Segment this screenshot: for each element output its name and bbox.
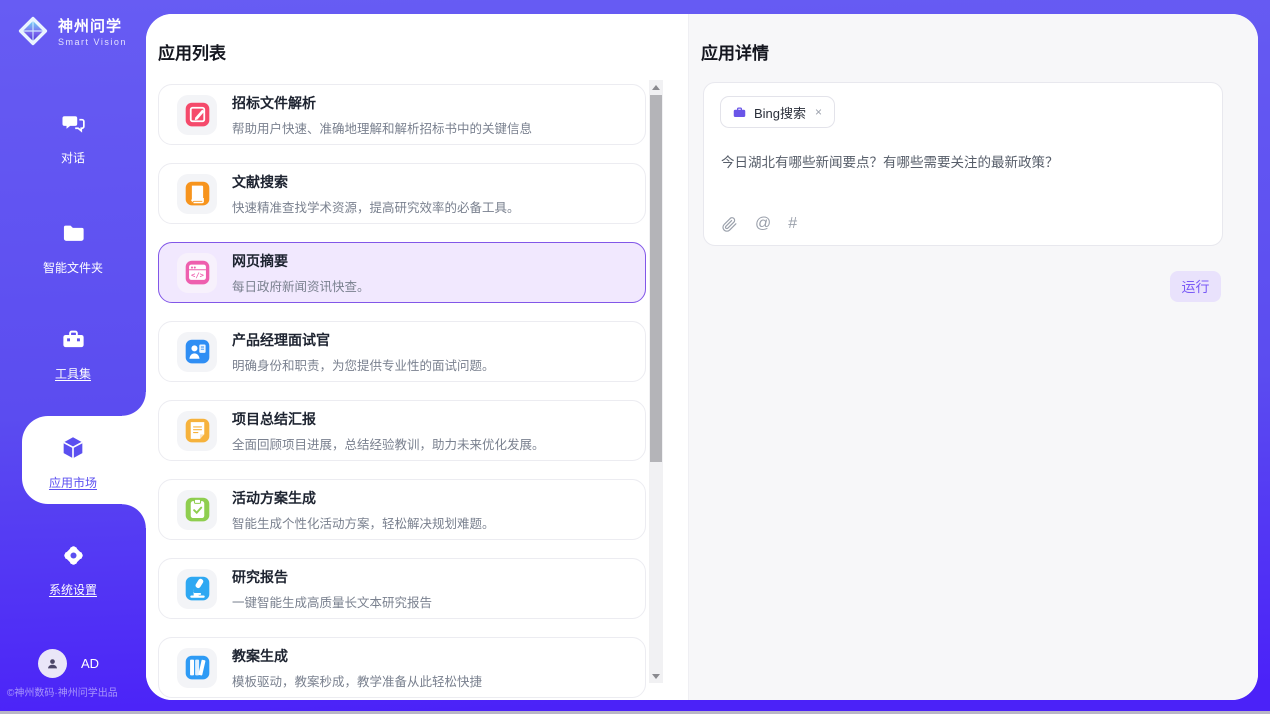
app-description: 每日政府新闻资讯快查。 [232, 276, 370, 295]
gear-icon [60, 542, 87, 574]
microscope-icon [177, 569, 217, 609]
app-description: 一键智能生成高质量长文本研究报告 [232, 592, 432, 611]
app-card-text: 研究报告一键智能生成高质量长文本研究报告 [232, 567, 432, 611]
main-window: 应用列表 招标文件解析帮助用户快速、准确地理解和解析招标书中的关键信息文献搜索快… [146, 14, 1258, 700]
sidebar-item-label: 应用市场 [49, 474, 97, 491]
app-description: 智能生成个性化活动方案，轻松解决规划难题。 [232, 513, 495, 532]
app-card[interactable]: 研究报告一键智能生成高质量长文本研究报告 [158, 558, 646, 619]
scrollbar-up-button[interactable] [649, 80, 663, 94]
app-name: 活动方案生成 [232, 488, 495, 508]
attachment-icon[interactable] [721, 216, 738, 233]
app-card[interactable]: 教案生成模板驱动，教案秒成，教学准备从此轻松快捷 [158, 637, 646, 698]
app-name: 教案生成 [232, 646, 482, 666]
svg-text:</>: </> [191, 270, 205, 279]
toolbox-icon [60, 326, 87, 358]
app-card-text: 网页摘要每日政府新闻资讯快查。 [232, 251, 370, 295]
webpage-icon: </> [177, 253, 217, 293]
sidebar-item-app-market[interactable]: 应用市场 [0, 434, 146, 491]
query-input[interactable]: 今日湖北有哪些新闻要点？有哪些需要关注的最新政策？ [721, 153, 1201, 173]
tag-close-icon[interactable]: × [813, 104, 824, 120]
sidebar-item-toolset[interactable]: 工具集 [0, 326, 146, 382]
app-card-text: 活动方案生成智能生成个性化活动方案，轻松解决规划难题。 [232, 488, 495, 532]
folder-icon [60, 220, 87, 252]
app-name: 招标文件解析 [232, 93, 532, 113]
app-description: 帮助用户快速、准确地理解和解析招标书中的关键信息 [232, 118, 532, 137]
mention-icon[interactable]: @ [755, 215, 771, 233]
app-name: 项目总结汇报 [232, 409, 545, 429]
app-name: 文献搜索 [232, 172, 520, 192]
input-toolbar: @ # [721, 215, 797, 233]
app-card[interactable]: </> 网页摘要每日政府新闻资讯快查。 [158, 242, 646, 303]
tool-tag-label: Bing搜索 [754, 103, 806, 122]
scrollbar-thumb[interactable] [650, 95, 662, 462]
app-card-text: 产品经理面试官明确身份和职责，为您提供专业性的面试问题。 [232, 330, 495, 374]
brand-name: 神州问学 [58, 15, 127, 36]
app-card-text: 项目总结汇报全面回顾项目进展，总结经验教训，助力未来优化发展。 [232, 409, 545, 453]
app-card[interactable]: 招标文件解析帮助用户快速、准确地理解和解析招标书中的关键信息 [158, 84, 646, 145]
tool-tag-bing-search[interactable]: Bing搜索 × [720, 96, 835, 128]
app-card[interactable]: 项目总结汇报全面回顾项目进展，总结经验教训，助力未来优化发展。 [158, 400, 646, 461]
list-scrollbar[interactable] [649, 80, 663, 683]
app-name: 网页摘要 [232, 251, 370, 271]
app-card[interactable]: 产品经理面试官明确身份和职责，为您提供专业性的面试问题。 [158, 321, 646, 382]
app-description: 明确身份和职责，为您提供专业性的面试问题。 [232, 355, 495, 374]
app-name: 产品经理面试官 [232, 330, 495, 350]
note-icon [177, 411, 217, 451]
avatar [38, 649, 67, 678]
app-list: 招标文件解析帮助用户快速、准确地理解和解析招标书中的关键信息文献搜索快速精准查找… [158, 84, 646, 700]
diamond-logo-icon [16, 14, 50, 48]
cube-icon [59, 434, 87, 467]
app-list-title: 应用列表 [158, 39, 226, 64]
app-detail-panel: 应用详情 Bing搜索 × 今日湖北有哪些新闻要点？有哪些需要关注的最新政策？ … [688, 14, 1258, 700]
brand-subtitle: Smart Vision [58, 37, 127, 47]
app-description: 快速精准查找学术资源，提高研究效率的必备工具。 [232, 197, 520, 216]
interview-icon [177, 332, 217, 372]
briefcase-icon [732, 105, 747, 120]
app-description: 全面回顾项目进展，总结经验教训，助力未来优化发展。 [232, 434, 545, 453]
books-icon [177, 648, 217, 688]
sidebar-item-label: 智能文件夹 [43, 259, 103, 276]
edit-doc-icon [177, 95, 217, 135]
sidebar-item-chat[interactable]: 对话 [0, 110, 146, 166]
app-detail-title: 应用详情 [701, 39, 769, 64]
scrollbar-down-button[interactable] [649, 669, 663, 683]
run-button[interactable]: 运行 [1170, 271, 1221, 302]
sidebar-item-smart-folder[interactable]: 智能文件夹 [0, 220, 146, 276]
app-card-text: 文献搜索快速精准查找学术资源，提高研究效率的必备工具。 [232, 172, 520, 216]
sidebar: 神州问学 Smart Vision 对话 智能文件夹 工具集 应用市场 系统设置 [0, 0, 146, 714]
clipboard-icon [177, 490, 217, 530]
app-list-panel: 应用列表 招标文件解析帮助用户快速、准确地理解和解析招标书中的关键信息文献搜索快… [146, 14, 688, 700]
sidebar-item-label: 对话 [61, 149, 85, 166]
person-icon [44, 655, 61, 672]
app-card-text: 教案生成模板驱动，教案秒成，教学准备从此轻松快捷 [232, 646, 482, 690]
app-description: 模板驱动，教案秒成，教学准备从此轻松快捷 [232, 671, 482, 690]
app-card[interactable]: 活动方案生成智能生成个性化活动方案，轻松解决规划难题。 [158, 479, 646, 540]
user-account[interactable]: AD [38, 649, 99, 678]
brand-logo: 神州问学 Smart Vision [16, 14, 127, 48]
chat-icon [60, 110, 87, 142]
prompt-editor-card[interactable]: Bing搜索 × 今日湖北有哪些新闻要点？有哪些需要关注的最新政策？ @ # [703, 82, 1223, 246]
hash-icon[interactable]: # [788, 215, 797, 233]
book-icon [177, 174, 217, 214]
app-name: 研究报告 [232, 567, 432, 587]
copyright-footer: ©神州数码·神州问学出品 [7, 684, 118, 699]
sidebar-item-label: 系统设置 [49, 581, 97, 598]
sidebar-item-settings[interactable]: 系统设置 [0, 542, 146, 598]
app-card-text: 招标文件解析帮助用户快速、准确地理解和解析招标书中的关键信息 [232, 93, 532, 137]
user-name: AD [81, 656, 99, 671]
app-card[interactable]: 文献搜索快速精准查找学术资源，提高研究效率的必备工具。 [158, 163, 646, 224]
sidebar-item-label: 工具集 [55, 365, 91, 382]
